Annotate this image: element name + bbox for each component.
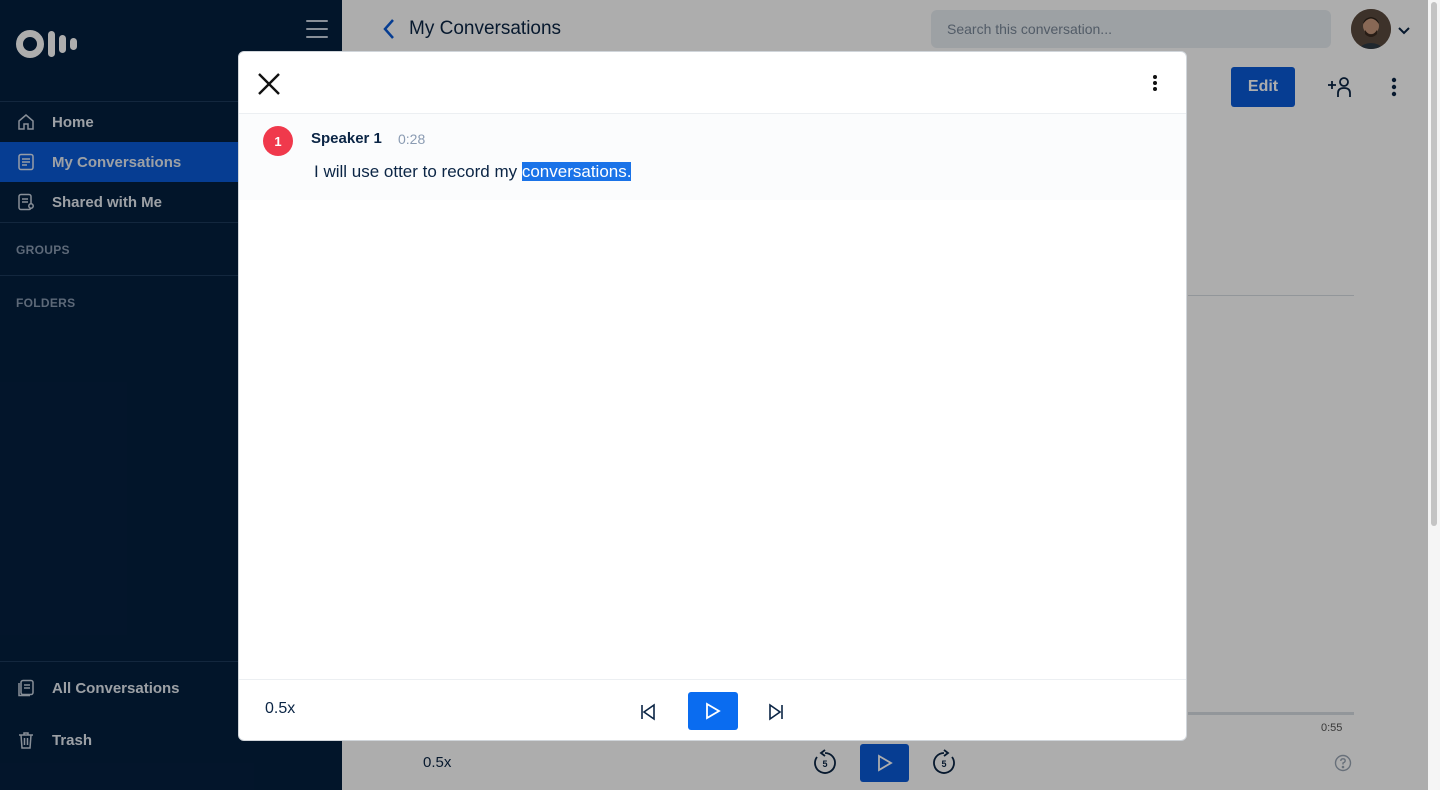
segment-timestamp[interactable]: 0:28 [398,131,425,147]
modal-player: 0.5x [239,679,1186,740]
segment-text-plain: I will use otter to record my [314,162,522,181]
transcript-segment: 1 Speaker 1 0:28 I will use otter to rec… [239,114,1186,200]
segment-text[interactable]: I will use otter to record my conversati… [314,162,632,182]
speaker-badge: 1 [263,126,293,156]
modal-header [239,52,1186,114]
selected-text: conversations. [521,162,632,181]
skip-forward-icon[interactable] [767,703,785,726]
close-icon[interactable] [257,72,281,96]
scrollbar-thumb[interactable] [1431,2,1437,526]
skip-back-icon[interactable] [639,703,657,726]
playback-speed[interactable]: 0.5x [265,700,295,718]
play-button[interactable] [688,692,738,730]
scrollbar[interactable] [1428,0,1440,790]
more-vertical-icon[interactable] [1152,74,1158,97]
transcript-modal: 1 Speaker 1 0:28 I will use otter to rec… [238,51,1187,741]
speaker-name[interactable]: Speaker 1 [311,130,382,147]
